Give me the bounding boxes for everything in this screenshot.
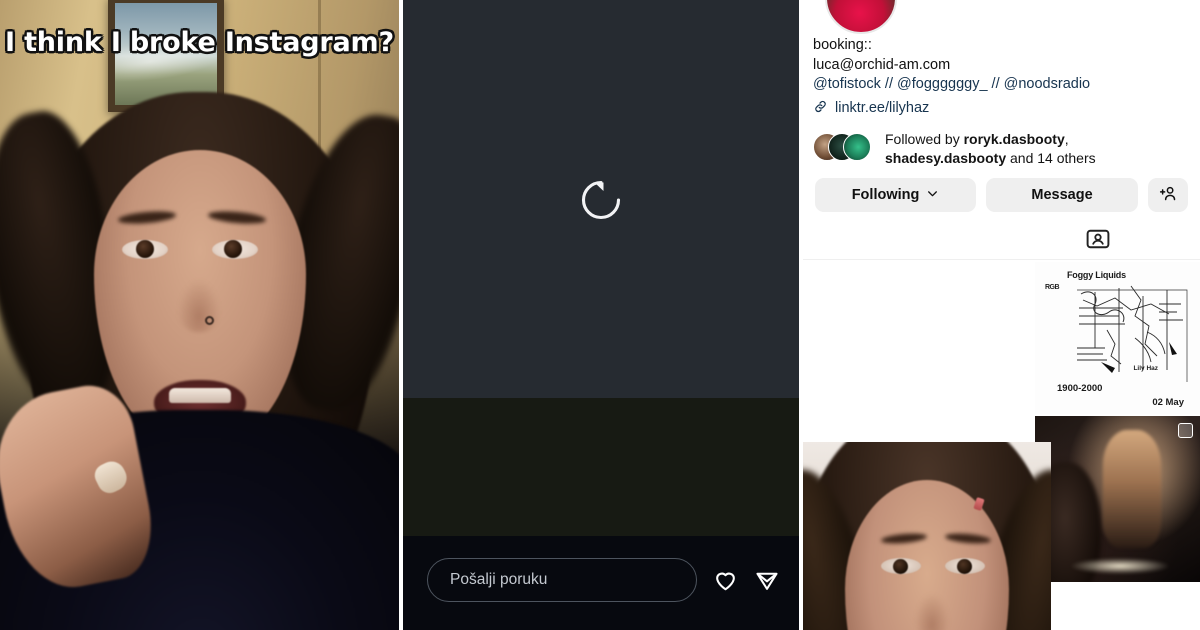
avatar[interactable] (825, 0, 897, 34)
chat-mid-band (403, 398, 799, 536)
video-caption: I think I broke Instagram? (5, 27, 394, 58)
message-button-label: Message (1031, 187, 1093, 203)
add-person-button[interactable] (1148, 178, 1188, 212)
subject-pupil-left (136, 240, 154, 258)
overlay-nose (915, 594, 949, 630)
refresh-area[interactable] (403, 173, 799, 232)
mutual-avatar-3 (843, 133, 871, 161)
following-button[interactable]: Following (815, 178, 977, 212)
link-chain-icon (813, 99, 828, 118)
chat-panel[interactable] (403, 0, 799, 630)
message-button[interactable]: Message (986, 178, 1138, 212)
followed-by-text: Followed by roryk.dasbooty, shadesy.dasb… (885, 130, 1185, 168)
profile-content-grid: Foggy Liquids RGB Lily Haz 1900-2000 02 … (803, 220, 1200, 630)
profile-tab-row (803, 220, 1200, 260)
overlay-pupil-right (957, 559, 972, 574)
subject-nose-ring (205, 316, 214, 325)
message-composer[interactable] (427, 558, 781, 602)
add-person-icon (1159, 184, 1178, 207)
subject-teeth (168, 388, 231, 403)
poster-time: 1900-2000 (1057, 383, 1103, 394)
post-thumbnail-poster[interactable]: Foggy Liquids RGB Lily Haz 1900-2000 02 … (1035, 262, 1200, 414)
bio-line-booking: booking:: (813, 37, 872, 53)
bio-line-email: luca@orchid-am.com (813, 56, 951, 73)
poster-artist-name: Lily Haz (1133, 365, 1158, 372)
followed-by-separator: , (1064, 131, 1069, 147)
overlay-pupil-left (893, 559, 908, 574)
video-panel[interactable]: I think I broke Instagram? (0, 0, 399, 630)
chevron-down-icon (926, 187, 939, 204)
subject-nose (178, 280, 220, 332)
profile-action-buttons: Following Message (815, 178, 1188, 212)
poster-date: 02 May (1152, 397, 1184, 408)
paper-plane-icon[interactable] (753, 566, 781, 594)
photo-subject (1103, 430, 1161, 548)
poster-mark: RGB (1045, 284, 1060, 291)
followed-by-prefix: Followed by (885, 131, 964, 147)
profile-bio: booking:: luca@orchid-am.com @tofistock … (813, 36, 1193, 118)
followed-by-suffix[interactable]: and 14 others (1006, 150, 1096, 166)
bio-external-link[interactable]: linktr.ee/lilyhaz (813, 99, 1193, 118)
message-input[interactable] (427, 558, 697, 602)
photo-light-reflection (1071, 558, 1169, 574)
profile-panel[interactable]: booking:: luca@orchid-am.com @tofistock … (803, 0, 1200, 630)
heart-icon[interactable] (711, 566, 739, 594)
poster-line-artwork (1077, 285, 1188, 382)
profile-video-overlay[interactable] (803, 442, 1051, 630)
post-thumbnail-photo[interactable] (1035, 416, 1200, 582)
carousel-multi-post-icon (1178, 423, 1193, 438)
three-panel-screenshot: I think I broke Instagram? Pošalji poruk… (0, 0, 1200, 630)
mutual-followers-avatars (813, 133, 875, 163)
bio-line-mentions[interactable]: @tofistock // @foggggggy_ // @noodsradio (813, 75, 1193, 95)
subject-pupil-right (224, 240, 242, 258)
bio-link-text[interactable]: linktr.ee/lilyhaz (835, 100, 929, 116)
followed-by-row[interactable]: Followed by roryk.dasbooty, shadesy.dasb… (813, 130, 1185, 168)
following-button-label: Following (851, 187, 920, 203)
followed-by-user-2[interactable]: shadesy.dasbooty (885, 150, 1006, 166)
refresh-icon[interactable] (574, 173, 628, 232)
tagged-person-icon[interactable] (1085, 226, 1111, 257)
followed-by-user-1[interactable]: roryk.dasbooty (964, 131, 1065, 147)
